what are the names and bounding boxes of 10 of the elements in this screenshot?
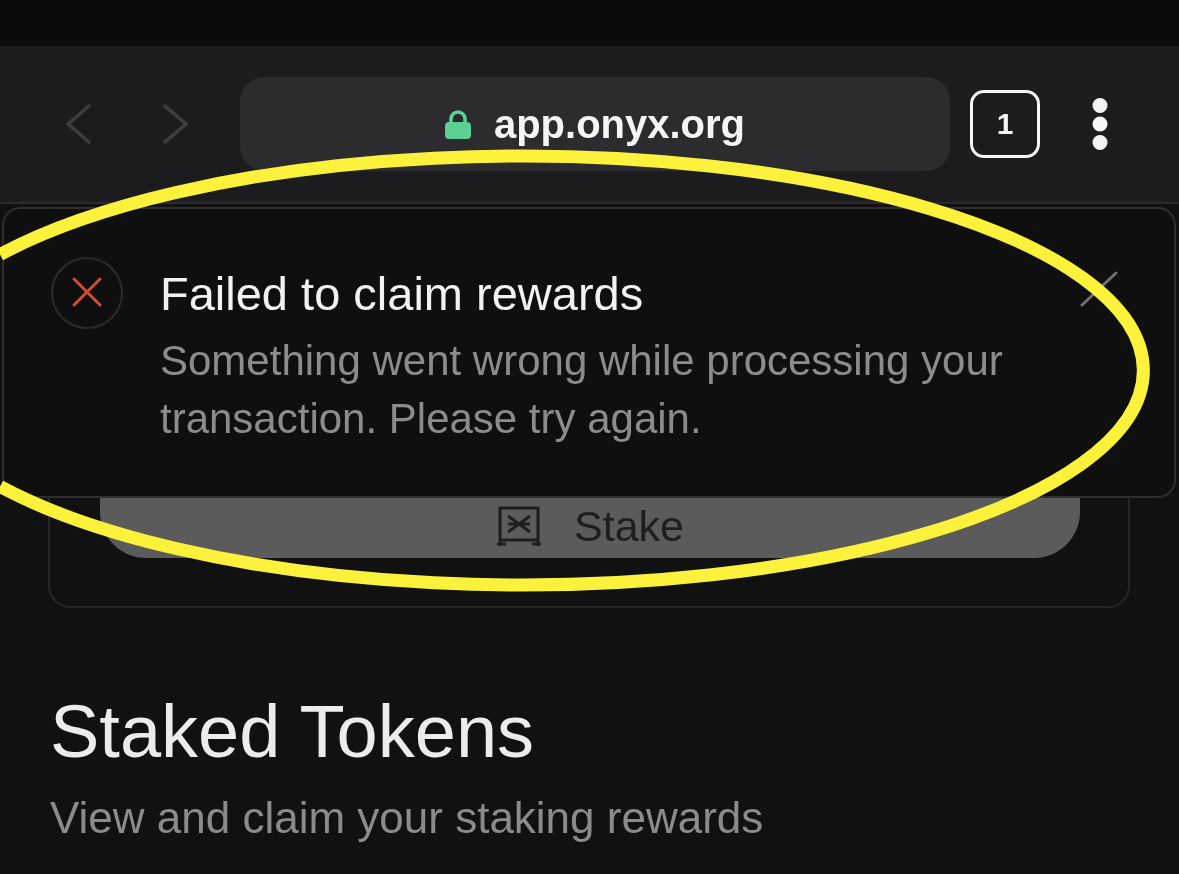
address-field[interactable]: app.onyx.org xyxy=(240,77,950,171)
more-icon[interactable] xyxy=(1092,98,1108,150)
section-subtitle: View and claim your staking rewards xyxy=(50,792,764,844)
toast-message: Something went wrong while processing your transaction. Please try again. xyxy=(160,336,1004,444)
toast-title: Failed to claim rewards xyxy=(160,266,645,322)
section-title: Staked Tokens xyxy=(50,689,535,774)
x-circle-icon xyxy=(51,257,123,329)
url-text: app.onyx.org xyxy=(493,101,746,147)
box-icon xyxy=(496,506,542,546)
tab-count-button[interactable]: 1 xyxy=(970,90,1040,158)
